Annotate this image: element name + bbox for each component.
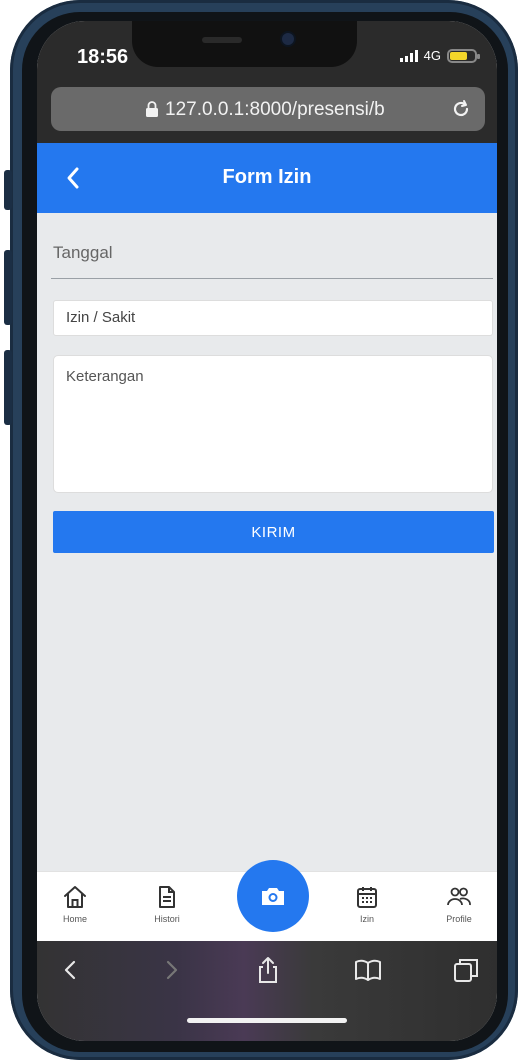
description-textarea[interactable]: Keterangan	[53, 355, 493, 493]
phone-screen: 18:56 4G 127.0.0.1:8000/presensi/b Form …	[37, 21, 497, 1041]
bottom-nav: Home Histori Izin Profile	[37, 860, 497, 942]
reload-icon[interactable]	[449, 97, 473, 121]
page-title: Form Izin	[222, 166, 312, 188]
browser-bottom-bar	[37, 941, 497, 1041]
calendar-icon	[357, 887, 377, 908]
nav-label-izin: Izin	[359, 914, 374, 924]
nav-item-home[interactable]: Home	[45, 884, 105, 924]
nav-label-home: Home	[62, 914, 87, 924]
nav-item-histori[interactable]: Histori	[137, 884, 197, 924]
signal-icon	[399, 49, 418, 62]
home-icon	[64, 886, 86, 908]
notch	[132, 21, 357, 67]
browser-back-icon[interactable]	[55, 955, 85, 985]
address-bar[interactable]: 127.0.0.1:8000/presensi/b	[51, 87, 485, 131]
network-label: 4G	[423, 48, 441, 63]
lock-icon	[146, 101, 158, 117]
bookmarks-icon[interactable]	[353, 955, 383, 985]
volume-up-button	[4, 250, 12, 325]
date-input-underline	[51, 278, 493, 279]
volume-down-button	[4, 350, 12, 425]
camera-icon	[262, 888, 284, 905]
document-icon	[159, 886, 175, 908]
share-icon[interactable]	[253, 955, 283, 985]
app-header: Form Izin	[37, 143, 497, 213]
mute-switch	[4, 170, 12, 210]
nav-item-izin[interactable]: Izin	[337, 884, 397, 924]
home-indicator[interactable]	[187, 1018, 347, 1023]
tabs-icon[interactable]	[451, 955, 481, 985]
nav-item-profile[interactable]: Profile	[429, 884, 489, 924]
speaker	[202, 37, 242, 43]
status-indicators: 4G	[399, 48, 480, 63]
browser-toolbar: 127.0.0.1:8000/presensi/b	[37, 81, 497, 147]
users-icon	[447, 887, 471, 906]
url-text: 127.0.0.1:8000/presensi/b	[165, 99, 385, 120]
nav-label-histori: Histori	[154, 914, 180, 924]
browser-forward-icon[interactable]	[157, 955, 187, 985]
front-camera	[282, 33, 294, 45]
submit-button[interactable]: KIRIM	[53, 511, 494, 553]
camera-button[interactable]	[237, 860, 309, 932]
battery-icon	[447, 48, 480, 63]
status-time: 18:56	[77, 46, 129, 68]
nav-label-profile: Profile	[446, 914, 472, 924]
leave-type-select[interactable]: Izin / Sakit	[53, 300, 493, 336]
date-input[interactable]: Tanggal	[53, 243, 113, 263]
form-area: Tanggal Izin / Sakit Keterangan KIRIM	[37, 213, 497, 873]
